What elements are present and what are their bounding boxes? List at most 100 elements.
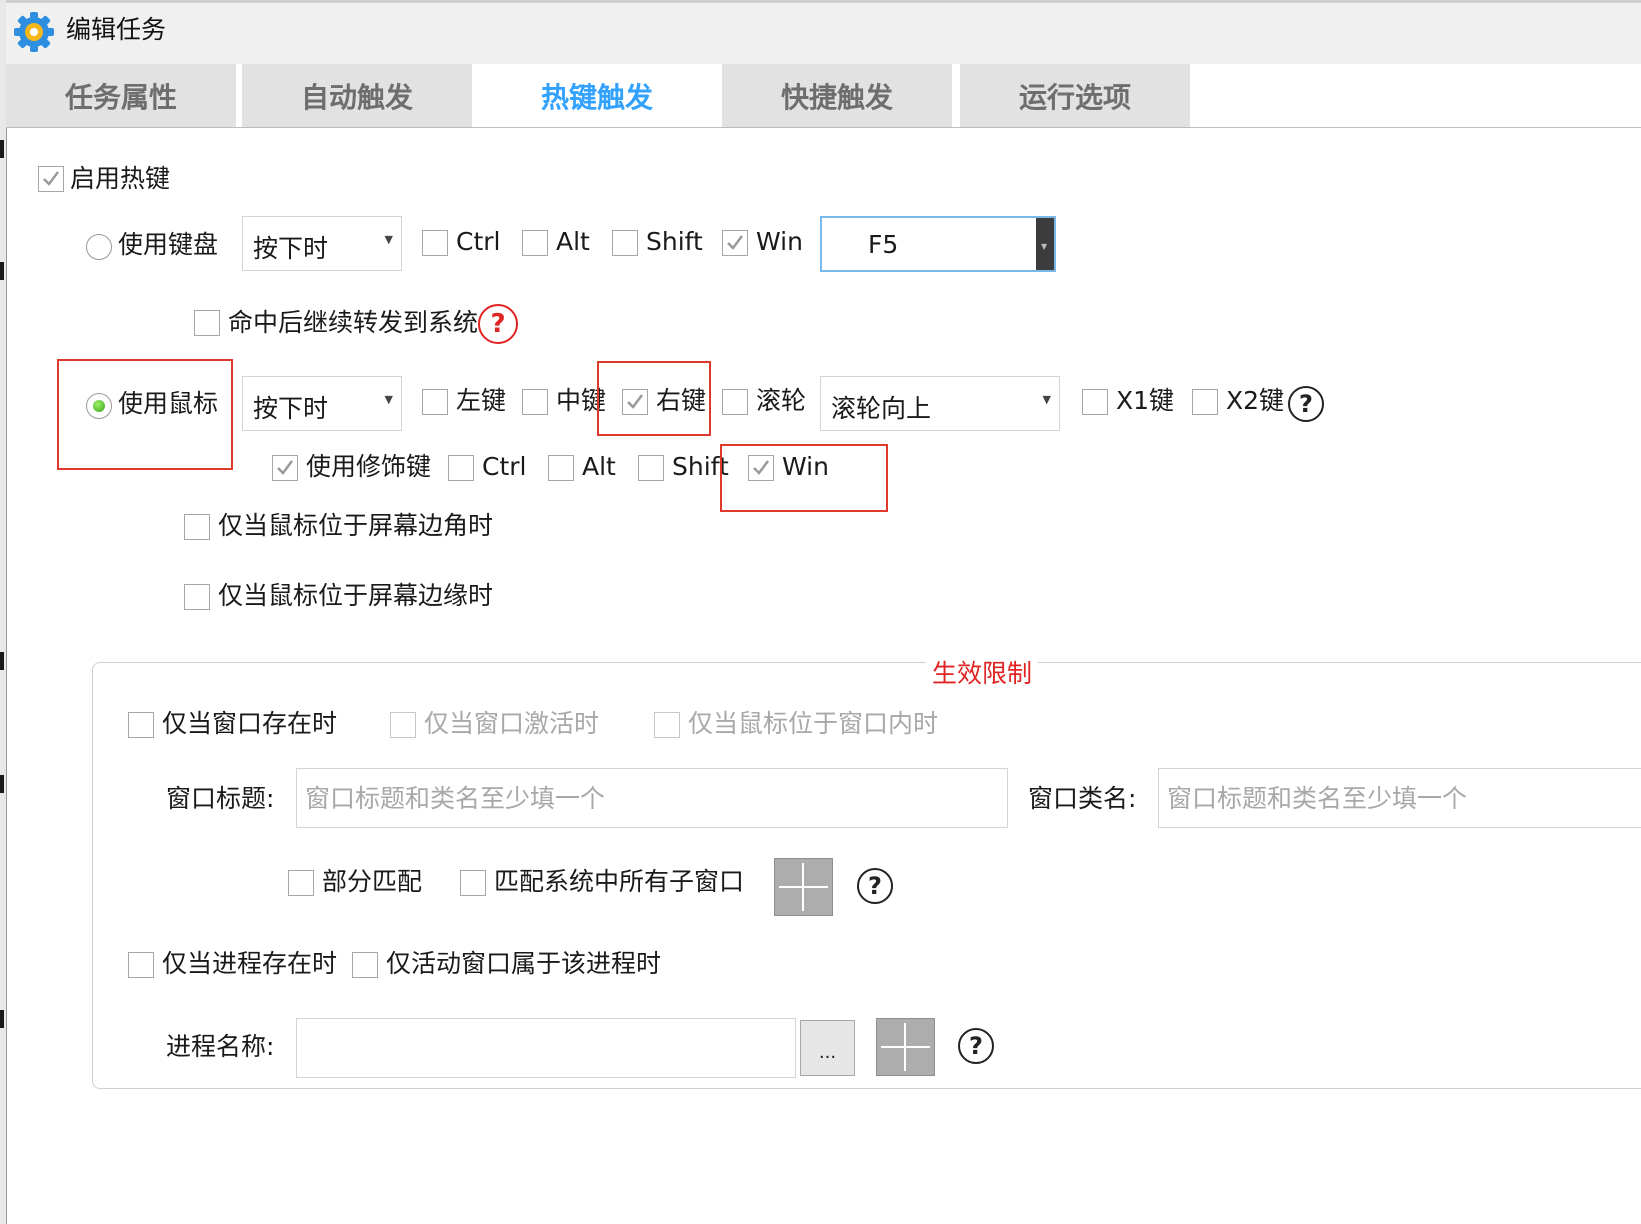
check-icon xyxy=(43,171,59,186)
hotkey-key-select[interactable]: F5 ▼ xyxy=(820,216,1056,272)
keyboard-trigger-select[interactable]: 按下时 ▼ xyxy=(242,216,402,271)
chevron-down-icon: ▼ xyxy=(1041,242,1048,251)
edge-tick xyxy=(0,652,4,670)
chevron-down-icon: ▼ xyxy=(384,233,393,246)
right-button-checkbox[interactable] xyxy=(622,389,648,415)
mouse-trigger-value: 按下时 xyxy=(253,394,329,423)
right-button-label: 右键 xyxy=(656,386,707,415)
screen-corner-checkbox[interactable] xyxy=(184,514,210,540)
x2-button-checkbox[interactable] xyxy=(1192,389,1218,415)
window-title: 编辑任务 xyxy=(66,15,167,44)
window-exists-label: 仅当窗口存在时 xyxy=(162,709,338,738)
use-mouse-radio[interactable] xyxy=(86,393,112,419)
browse-button[interactable]: ... xyxy=(800,1020,855,1076)
partial-match-checkbox[interactable] xyxy=(288,870,314,896)
left-button-label: 左键 xyxy=(456,386,507,415)
edge-tick xyxy=(0,775,4,793)
active-window-process-checkbox[interactable] xyxy=(352,952,378,978)
edge-tick xyxy=(0,262,4,280)
left-window-edge xyxy=(0,0,7,1224)
check-icon xyxy=(277,460,293,475)
x2-button-label: X2键 xyxy=(1226,386,1285,415)
wheel-checkbox[interactable] xyxy=(722,389,748,415)
window-title-input[interactable] xyxy=(297,769,1007,827)
window-title-field[interactable] xyxy=(296,768,1008,828)
enable-hotkey-checkbox[interactable] xyxy=(38,166,64,192)
kb-shift-label: Shift xyxy=(646,227,703,256)
check-icon xyxy=(627,394,643,409)
mouse-ctrl-checkbox[interactable] xyxy=(448,455,474,481)
mouse-in-window-checkbox xyxy=(654,712,680,738)
tab-auto-trigger[interactable]: 自动触发 xyxy=(242,64,472,127)
window-class-label: 窗口类名: xyxy=(1028,784,1137,813)
question-circle-icon[interactable]: ? xyxy=(857,868,893,904)
screen-corner-label: 仅当鼠标位于屏幕边角时 xyxy=(218,511,494,540)
mouse-in-window-label: 仅当鼠标位于窗口内时 xyxy=(688,709,939,738)
match-children-checkbox[interactable] xyxy=(460,870,486,896)
edge-tick xyxy=(0,140,4,158)
window-active-label: 仅当窗口激活时 xyxy=(424,709,600,738)
kb-win-checkbox[interactable] xyxy=(722,230,748,256)
check-icon xyxy=(753,460,769,475)
radio-selected-dot xyxy=(93,400,105,412)
hotkey-key-value: F5 xyxy=(868,230,899,259)
forward-to-system-label: 命中后继续转发到系统 xyxy=(228,308,479,337)
mouse-shift-checkbox[interactable] xyxy=(638,455,664,481)
tab-task-properties[interactable]: 任务属性 xyxy=(6,64,236,127)
process-exists-checkbox[interactable] xyxy=(128,952,154,978)
kb-ctrl-label: Ctrl xyxy=(456,227,501,256)
mouse-trigger-select[interactable]: 按下时 ▼ xyxy=(242,376,402,431)
window-title-label: 窗口标题: xyxy=(166,784,275,813)
kb-ctrl-checkbox[interactable] xyxy=(422,230,448,256)
middle-button-checkbox[interactable] xyxy=(522,389,548,415)
screen-edge-checkbox[interactable] xyxy=(184,584,210,610)
question-circle-icon[interactable]: ? xyxy=(478,304,518,344)
use-modifiers-checkbox[interactable] xyxy=(272,455,298,481)
screen-edge-label: 仅当鼠标位于屏幕边缘时 xyxy=(218,581,494,610)
x1-button-label: X1键 xyxy=(1116,386,1175,415)
kb-win-label: Win xyxy=(756,227,803,256)
crosshair-icon[interactable] xyxy=(876,1018,935,1076)
partial-match-label: 部分匹配 xyxy=(322,867,423,896)
forward-to-system-checkbox[interactable] xyxy=(194,310,220,336)
mouse-alt-label: Alt xyxy=(582,452,616,481)
limits-group-title: 生效限制 xyxy=(926,654,1039,690)
process-name-label: 进程名称: xyxy=(166,1032,275,1061)
tab-hotkey-trigger[interactable]: 热键触发 xyxy=(482,64,712,127)
gear-icon xyxy=(12,10,56,54)
use-keyboard-label: 使用键盘 xyxy=(118,230,219,259)
use-keyboard-radio[interactable] xyxy=(86,234,112,260)
tab-run-options[interactable]: 运行选项 xyxy=(960,64,1190,127)
wheel-direction-value: 滚轮向上 xyxy=(831,394,932,423)
chevron-down-icon: ▼ xyxy=(384,393,393,406)
left-button-checkbox[interactable] xyxy=(422,389,448,415)
active-window-process-label: 仅活动窗口属于该进程时 xyxy=(386,949,662,978)
question-circle-icon[interactable]: ? xyxy=(1288,386,1324,422)
chevron-down-icon: ▼ xyxy=(1042,393,1051,406)
window-active-checkbox xyxy=(390,712,416,738)
tab-shortcut-trigger[interactable]: 快捷触发 xyxy=(722,64,952,127)
mouse-win-checkbox[interactable] xyxy=(748,455,774,481)
title-bar xyxy=(6,0,1641,65)
mouse-alt-checkbox[interactable] xyxy=(548,455,574,481)
wheel-direction-select[interactable]: 滚轮向上 ▼ xyxy=(820,376,1060,431)
use-modifiers-label: 使用修饰键 xyxy=(306,452,432,481)
window-class-field[interactable] xyxy=(1158,768,1641,828)
key-dropdown-button[interactable]: ▼ xyxy=(1036,218,1054,270)
mouse-win-label: Win xyxy=(782,452,829,481)
process-exists-label: 仅当进程存在时 xyxy=(162,949,338,978)
kb-alt-checkbox[interactable] xyxy=(522,230,548,256)
x1-button-checkbox[interactable] xyxy=(1082,389,1108,415)
kb-alt-label: Alt xyxy=(556,227,590,256)
window-exists-checkbox[interactable] xyxy=(128,712,154,738)
kb-shift-checkbox[interactable] xyxy=(612,230,638,256)
question-circle-icon[interactable]: ? xyxy=(958,1028,994,1064)
use-mouse-label: 使用鼠标 xyxy=(118,389,219,418)
crosshair-icon[interactable] xyxy=(774,858,833,916)
check-icon xyxy=(727,235,743,250)
process-name-field[interactable] xyxy=(296,1018,796,1078)
window-class-input[interactable] xyxy=(1159,769,1641,827)
enable-hotkey-label: 启用热键 xyxy=(70,164,171,193)
match-children-label: 匹配系统中所有子窗口 xyxy=(494,867,745,896)
process-name-input[interactable] xyxy=(297,1019,795,1077)
